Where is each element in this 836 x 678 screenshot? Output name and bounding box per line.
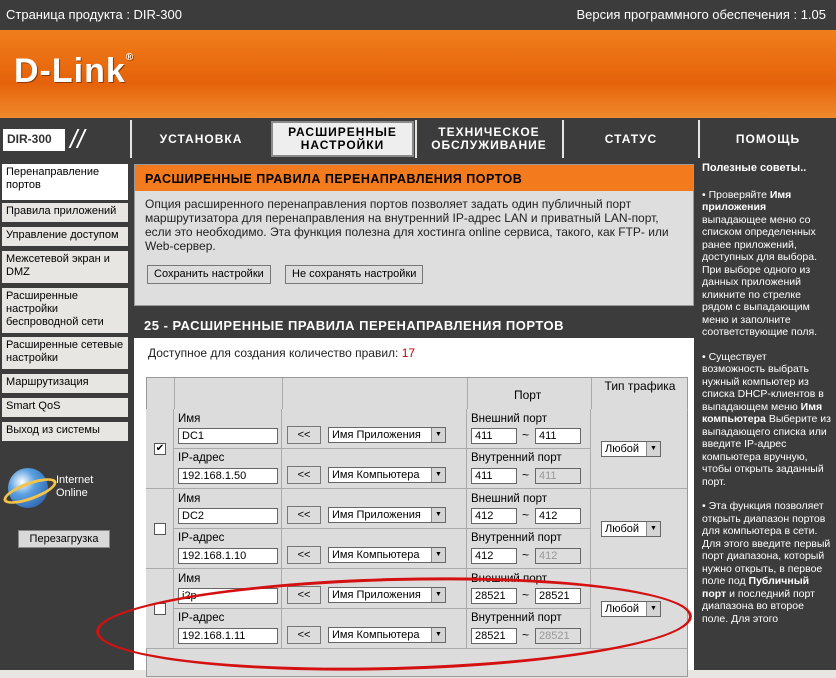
dlink-logo: D-Link® [14,52,134,90]
computer-name-select[interactable]: Имя Компьютера ▼ [328,467,446,483]
rule-enable-checkbox[interactable]: ✔ [154,443,166,455]
external-port-start-input[interactable]: 411 [471,428,517,444]
copy-computer-button[interactable]: << [287,466,321,484]
internal-port-label: Внутренний порт [471,452,562,464]
name-label: Имя [178,413,201,425]
copy-app-button[interactable]: << [287,426,321,444]
range-tilde: ~ [522,508,530,522]
ip-label: IP-адрес [178,532,225,544]
sidebar-item-routing[interactable]: Маршрутизация [2,374,128,393]
tab-help[interactable]: ПОМОЩЬ [698,120,836,158]
external-port-label: Внешний порт [471,493,548,505]
reboot-button[interactable]: Перезагрузка [18,530,110,548]
sidebar-item-advanced-network[interactable]: Расширенные сетевые настройки [2,337,128,369]
rule-enable-checkbox[interactable] [154,523,166,535]
traffic-type-column-header: Тип трафика [604,379,676,393]
sidebar-item-advanced-wireless[interactable]: Расширенные настройки беспроводной сети [2,288,128,333]
chevron-down-icon: ▼ [431,428,445,442]
header-cell-name [175,378,283,410]
intro-description: Опция расширенного перенаправления порто… [145,197,669,253]
dont-save-settings-button[interactable]: Не сохранять настройки [285,265,424,284]
chevron-down-icon: ▼ [431,548,445,562]
intro-panel: РАСШИРЕННЫЕ ПРАВИЛА ПЕРЕНАПРАВЛЕНИЯ ПОРТ… [134,164,694,306]
chevron-down-icon: ▼ [431,508,445,522]
internal-port-label: Внутренний порт [471,532,562,544]
save-settings-button[interactable]: Сохранить настройки [147,265,271,284]
header-cell-select [283,378,468,410]
firmware-version: Версия программного обеспечения : 1.05 [576,7,826,22]
internet-explorer-icon [8,468,48,508]
ip-address-input[interactable]: 192.168.1.10 [178,548,278,564]
computer-name-select[interactable]: Имя Компьютера ▼ [328,547,446,563]
tab-advanced[interactable]: РАСШИРЕННЫЕ НАСТРОЙКИ [271,121,414,157]
intro-title: РАСШИРЕННЫЕ ПРАВИЛА ПЕРЕНАПРАВЛЕНИЯ ПОРТ… [135,165,693,191]
chevron-down-icon: ▼ [431,468,445,482]
internal-port-start-input[interactable]: 412 [471,548,517,564]
external-port-end-input[interactable]: 411 [535,428,581,444]
header-banner: D-Link® [0,30,836,118]
traffic-type-select[interactable]: Любой ▼ [601,441,661,457]
external-port-start-input[interactable]: 412 [471,508,517,524]
sidebar-item-access-control[interactable]: Управление доступом [2,227,128,246]
sidebar-item-application-rules[interactable]: Правила приложений [2,203,128,222]
top-info-bar: Страница продукта : DIR-300 Версия прогр… [0,0,836,30]
range-tilde: ~ [522,428,530,442]
chevron-down-icon: ▼ [646,522,660,536]
application-name-select[interactable]: Имя Приложения ▼ [328,427,446,443]
chevron-down-icon: ▼ [646,442,660,456]
name-label: Имя [178,573,201,585]
help-body: Полезные советы.. • Проверяйте Имя прило… [698,160,834,670]
tab-maintenance[interactable]: ТЕХНИЧЕСКОЕ ОБСЛУЖИВАНИЕ [415,120,561,158]
internet-status: Internet Online [56,474,94,499]
tab-setup[interactable]: УСТАНОВКА [130,120,270,158]
help-title: Полезные советы.. [702,162,807,174]
external-port-end-input[interactable]: 412 [535,508,581,524]
range-tilde: ~ [522,468,530,482]
application-name-select[interactable]: Имя Приложения ▼ [328,507,446,523]
internal-port-end-input: 411 [535,468,581,484]
tab-status[interactable]: СТАТУС [562,120,698,158]
ip-address-input[interactable]: 192.168.1.50 [178,468,278,484]
model-slash-decor: // [70,124,85,154]
model-badge: DIR-300 // [0,120,128,158]
model-name: DIR-300 [3,129,65,151]
copy-app-button[interactable]: << [287,506,321,524]
sidebar-item-logout[interactable]: Выход из системы [2,422,128,441]
internal-port-start-input[interactable]: 411 [471,468,517,484]
rules-title: 25 - РАСШИРЕННЫЕ ПРАВИЛА ПЕРЕНАПРАВЛЕНИЯ… [134,312,694,338]
available-rules-count: 17 [401,346,416,360]
ip-label: IP-адрес [178,452,225,464]
copy-computer-button[interactable]: << [287,546,321,564]
product-page-label: Страница продукта : DIR-300 [6,7,182,22]
help-panel: ПОМОЩЬ Полезные советы.. • Проверяйте Им… [698,120,836,670]
help-tip-2: • Существует возможность выбрать нужный … [702,350,831,488]
rule-name-input[interactable]: DC1 [178,428,278,444]
help-tip-1: • Проверяйте Имя приложения выпадающее м… [702,188,818,339]
sidebar-item-smart-qos[interactable]: Smart QoS [2,398,128,417]
port-column-header: Порт [514,388,542,402]
internal-port-end-input: 412 [535,548,581,564]
rule-name-input[interactable]: DC2 [178,508,278,524]
help-tip-3: • Эта функция позволяет открыть диапазон… [702,500,831,625]
header-cell-check [147,378,175,410]
name-label: Имя [178,493,201,505]
external-port-label: Внешний порт [471,413,548,425]
traffic-type-select[interactable]: Любой ▼ [601,521,661,537]
sidebar-item-port-forwarding[interactable]: Перенаправление портов [2,164,128,200]
header-cell-type: Тип трафика [592,378,688,410]
available-rules: Доступное для создания количество правил… [148,346,416,360]
header-cell-port: Порт [468,378,592,410]
range-tilde: ~ [522,548,530,562]
sidebar-item-firewall-dmz[interactable]: Межсетевой экран и DMZ [2,251,128,283]
